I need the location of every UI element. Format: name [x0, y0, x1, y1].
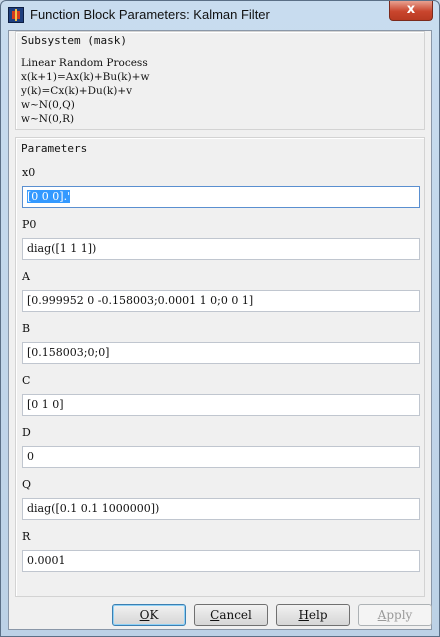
cancel-button[interactable]: Cancel [194, 604, 268, 626]
a-label: A [22, 270, 30, 283]
close-icon: x [406, 2, 416, 17]
q-label: Q [22, 478, 32, 491]
dialog-window: Function Block Parameters: Kalman Filter… [0, 0, 440, 637]
help-label-rest: elp [308, 608, 328, 622]
c-input[interactable]: [0 1 0] [22, 394, 420, 416]
b-label: B [22, 322, 31, 335]
help-mnemonic: H [298, 608, 309, 622]
ok-mnemonic: O [139, 608, 150, 622]
apply-label-rest: pply [386, 608, 413, 622]
r-input[interactable]: 0.0001 [22, 550, 420, 572]
description-line: y(k)=Cx(k)+Du(k)+v [21, 85, 133, 97]
ok-button[interactable]: OK [112, 604, 186, 626]
x0-input[interactable]: [0 0 0].' [22, 186, 420, 208]
c-label: C [22, 374, 31, 387]
p0-label: P0 [22, 218, 37, 231]
d-label: D [22, 426, 31, 439]
parameters-group: Parameters x0 [0 0 0].' P0 diag([1 1 1])… [15, 137, 425, 597]
title-bar[interactable]: Function Block Parameters: Kalman Filter… [1, 1, 439, 31]
q-input[interactable]: diag([0.1 0.1 1000000]) [22, 498, 420, 520]
mask-description: Linear Random Process x(k+1)=Ax(k)+Bu(k)… [21, 56, 149, 126]
r-label: R [22, 530, 31, 543]
description-line: w~N(0,Q) [21, 99, 75, 111]
description-line: w~N(0,R) [21, 113, 75, 125]
close-button[interactable]: x [389, 1, 433, 21]
help-button[interactable]: Help [276, 604, 350, 626]
dialog-client-area: Subsystem (mask) Linear Random Process x… [8, 30, 432, 630]
description-line: Linear Random Process [21, 57, 148, 69]
cancel-label-rest: ancel [219, 608, 252, 622]
mask-description-group: Subsystem (mask) Linear Random Process x… [15, 31, 425, 130]
x0-value-selected: [0 0 0].' [27, 190, 71, 203]
cancel-mnemonic: C [210, 608, 220, 622]
p0-input[interactable]: diag([1 1 1]) [22, 238, 420, 260]
d-input[interactable]: 0 [22, 446, 420, 468]
description-line: x(k+1)=Ax(k)+Bu(k)+w [21, 71, 150, 83]
parameters-group-label: Parameters [21, 142, 88, 155]
a-input[interactable]: [0.999952 0 -0.158003;0.0001 1 0;0 0 1] [22, 290, 420, 312]
simulink-app-icon [8, 7, 24, 23]
apply-button[interactable]: Apply [358, 604, 432, 626]
window-title: Function Block Parameters: Kalman Filter [30, 7, 270, 22]
ok-label-rest: K [149, 608, 159, 622]
b-input[interactable]: [0.158003;0;0] [22, 342, 420, 364]
mask-group-label: Subsystem (mask) [21, 34, 127, 47]
x0-label: x0 [22, 166, 36, 179]
